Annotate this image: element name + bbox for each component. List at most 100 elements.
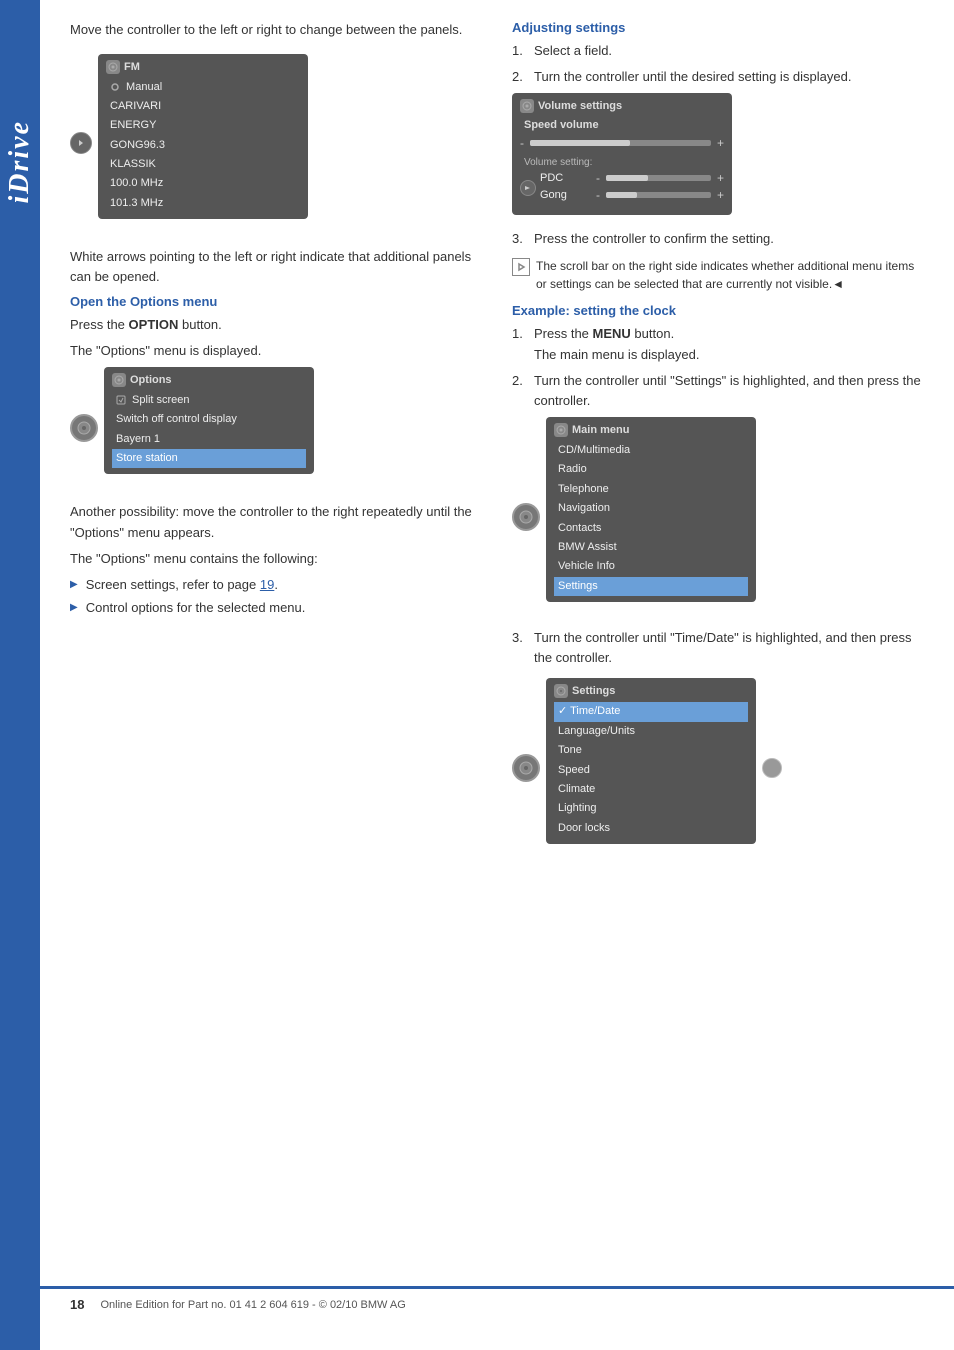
clock-step-3: 3. Turn the controller until "Time/Date"… [512, 628, 924, 668]
fm-screen-container: FM Manual CARIVARI ENERGY GONG96.3 KLASS… [70, 54, 482, 234]
white-arrows-text: White arrows pointing to the left or rig… [70, 247, 482, 287]
fm-list-item: KLASSIK [106, 155, 300, 174]
step-num: 1. [512, 324, 526, 364]
menu-item: Telephone [554, 480, 748, 499]
gong-minus: - [596, 188, 600, 202]
speed-vol-bar [530, 140, 711, 146]
step-text: Turn the controller until "Settings" is … [534, 371, 924, 411]
options-screen-container: Options Split screen Switch off control … [70, 367, 482, 489]
pdc-vol-row: PDC - + [540, 171, 724, 185]
settings-knob-right [762, 758, 782, 778]
adjusting-section: Adjusting settings 1. Select a field. 2.… [512, 20, 924, 293]
pdc-minus: - [596, 171, 600, 185]
clock-step3-list: 3. Turn the controller until "Time/Date"… [512, 628, 924, 668]
speed-vol-fill [530, 140, 630, 146]
menu-item: Contacts [554, 519, 748, 538]
intro-text: Move the controller to the left or right… [70, 20, 482, 40]
vol-screen-header: Volume settings [520, 99, 724, 113]
gong-vol-row: Gong - + [540, 188, 724, 202]
vol-screen-container: Volume settings Speed volume - + Volume … [512, 93, 924, 215]
options-screen: Options Split screen Switch off control … [104, 367, 314, 475]
options-list-item: Split screen [112, 391, 306, 410]
volume-screen: Volume settings Speed volume - + Volume … [512, 93, 732, 215]
settings-screen-container: Settings ✓ Time/Date Language/Units Tone… [512, 678, 924, 858]
note-triangle-icon [512, 258, 530, 276]
bullet-1-text: Screen settings, refer to page 19. [86, 575, 278, 595]
step-text: Turn the controller until "Time/Date" is… [534, 628, 924, 668]
pdc-plus: + [717, 171, 724, 185]
menu-item: BMW Assist [554, 538, 748, 557]
options-list-item-highlighted: Store station [112, 449, 306, 468]
main-menu-header: Main menu [554, 423, 748, 437]
vol-screen-icon [520, 99, 534, 113]
main-menu-icon [554, 423, 568, 437]
settings-item: Door locks [554, 819, 748, 838]
gong-bar [606, 192, 711, 198]
fm-list-item: Manual [106, 78, 300, 97]
adjusting-step-1: 1. Select a field. [512, 41, 924, 61]
menu-item: CD/Multimedia [554, 441, 748, 460]
options-list-item: Switch off control display [112, 410, 306, 429]
options-screen-icon [112, 373, 126, 387]
settings-item: Climate [554, 780, 748, 799]
note-text: The scroll bar on the right side indicat… [512, 257, 924, 293]
menu-item-settings: Settings [554, 577, 748, 596]
controller-knob [70, 414, 98, 442]
options-screen-header: Options [112, 373, 306, 387]
options-heading: Open the Options menu [70, 294, 482, 309]
options-body4: The "Options" menu contains the followin… [70, 549, 482, 569]
step-text: Press the controller to confirm the sett… [534, 229, 774, 249]
fm-screen-title: FM [124, 61, 140, 73]
clock-heading: Example: setting the clock [512, 303, 924, 318]
gong-fill [606, 192, 637, 198]
step-num: 3. [512, 628, 526, 668]
fm-screen-header: FM [106, 60, 300, 74]
sidebar-label: iDrive [4, 120, 36, 204]
adjusting-heading: Adjusting settings [512, 20, 924, 35]
gong-plus: + [717, 188, 724, 202]
pdc-label: PDC [540, 172, 590, 184]
options-screen-title: Options [130, 374, 172, 386]
clock-step-1: 1. Press the MENU button.The main menu i… [512, 324, 924, 364]
left-column: Move the controller to the left or right… [70, 20, 482, 872]
options-body2: The "Options" menu is displayed. [70, 341, 482, 361]
main-content: Move the controller to the left or right… [40, 0, 954, 912]
bullet-1: ▶ Screen settings, refer to page 19. [70, 575, 482, 595]
adjusting-step3-list: 3. Press the controller to confirm the s… [512, 229, 924, 249]
vol-screen-title: Volume settings [538, 100, 622, 112]
bullet-2-text: Control options for the selected menu. [86, 598, 306, 618]
settings-item: Language/Units [554, 722, 748, 741]
main-menu-title: Main menu [572, 424, 629, 436]
page-footer: 18 Online Edition for Part no. 01 41 2 6… [40, 1286, 954, 1320]
settings-item-time: ✓ Time/Date [554, 702, 748, 721]
fm-screen: FM Manual CARIVARI ENERGY GONG96.3 KLASS… [98, 54, 308, 220]
footer-text: Online Edition for Part no. 01 41 2 604 … [100, 1299, 405, 1311]
pdc-controller [520, 180, 536, 196]
settings-right-knob [762, 758, 782, 778]
step-num: 1. [512, 41, 526, 61]
fm-list-item: CARIVARI [106, 97, 300, 116]
controller-arrow [70, 132, 92, 154]
main-menu-container: Main menu CD/Multimedia Radio Telephone … [512, 417, 924, 616]
note-content: The scroll bar on the right side indicat… [536, 259, 914, 291]
menu-item: Navigation [554, 499, 748, 518]
sidebar: iDrive [0, 0, 40, 1350]
bullet-triangle-icon: ▶ [70, 600, 78, 615]
pdc-content: PDC - + Gong - [540, 171, 724, 205]
pdc-bar [606, 175, 711, 181]
clock-section: Example: setting the clock 1. Press the … [512, 303, 924, 858]
adjusting-step-3: 3. Press the controller to confirm the s… [512, 229, 924, 249]
options-screen-list: Split screen Switch off control display … [112, 391, 306, 469]
settings-controller [512, 754, 540, 782]
settings-item: Speed [554, 761, 748, 780]
main-menu-screen: Main menu CD/Multimedia Radio Telephone … [546, 417, 756, 602]
step-num: 2. [512, 67, 526, 87]
settings-screen-header: Settings [554, 684, 748, 698]
options-body3: Another possibility: move the controller… [70, 502, 482, 542]
menu-item: Radio [554, 460, 748, 479]
clock-step-2: 2. Turn the controller until "Settings" … [512, 371, 924, 411]
step-num: 3. [512, 229, 526, 249]
right-column: Adjusting settings 1. Select a field. 2.… [512, 20, 924, 872]
settings-list: ✓ Time/Date Language/Units Tone Speed Cl… [554, 702, 748, 838]
gong-label: Gong [540, 189, 590, 201]
